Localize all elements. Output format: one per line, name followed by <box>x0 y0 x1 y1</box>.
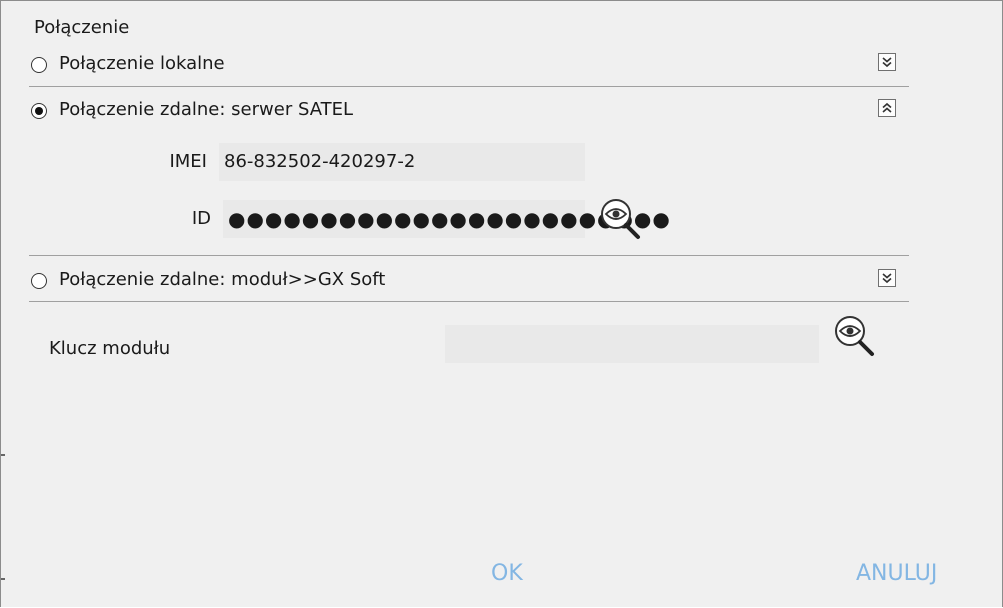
id-label: ID <box>191 208 211 229</box>
separator <box>29 301 909 302</box>
chevron-double-down-icon[interactable] <box>878 53 896 71</box>
satel-connection-label[interactable]: Połączenie zdalne: serwer SATEL <box>59 99 353 120</box>
local-connection-radio[interactable] <box>31 57 47 73</box>
cancel-button[interactable]: ANULUJ <box>856 561 937 586</box>
imei-field[interactable]: 86-832502-420297-2 <box>219 143 585 181</box>
satel-connection-radio[interactable] <box>31 103 47 119</box>
show-id-eye-icon[interactable] <box>598 197 644 241</box>
satel-connection-row[interactable]: Połączenie zdalne: serwer SATEL <box>31 95 921 127</box>
module-key-label: Klucz modułu <box>49 338 171 359</box>
gxsoft-connection-label[interactable]: Połączenie zdalne: moduł>>GX Soft <box>59 269 385 290</box>
window-edge-mark <box>1 454 5 456</box>
gxsoft-connection-row[interactable]: Połączenie zdalne: moduł>>GX Soft <box>31 265 921 297</box>
module-key-field[interactable] <box>445 325 819 363</box>
group-title: Połączenie <box>34 17 130 38</box>
imei-label: IMEI <box>169 151 207 172</box>
chevron-double-up-icon[interactable] <box>878 99 896 117</box>
connection-dialog: Połączenie Połączenie lokalne Połączenie… <box>0 0 1003 607</box>
local-connection-label[interactable]: Połączenie lokalne <box>59 53 225 74</box>
separator <box>29 86 909 87</box>
window-edge-mark <box>1 578 5 580</box>
local-connection-row[interactable]: Połączenie lokalne <box>31 49 921 81</box>
show-module-key-eye-icon[interactable] <box>832 314 878 358</box>
separator <box>29 255 909 256</box>
gxsoft-connection-radio[interactable] <box>31 273 47 289</box>
chevron-double-down-icon[interactable] <box>878 269 896 287</box>
ok-button[interactable]: OK <box>491 561 523 586</box>
id-password-field[interactable]: ●●●●●●●●●●●●●●●●●●●●●●●● <box>223 200 670 238</box>
